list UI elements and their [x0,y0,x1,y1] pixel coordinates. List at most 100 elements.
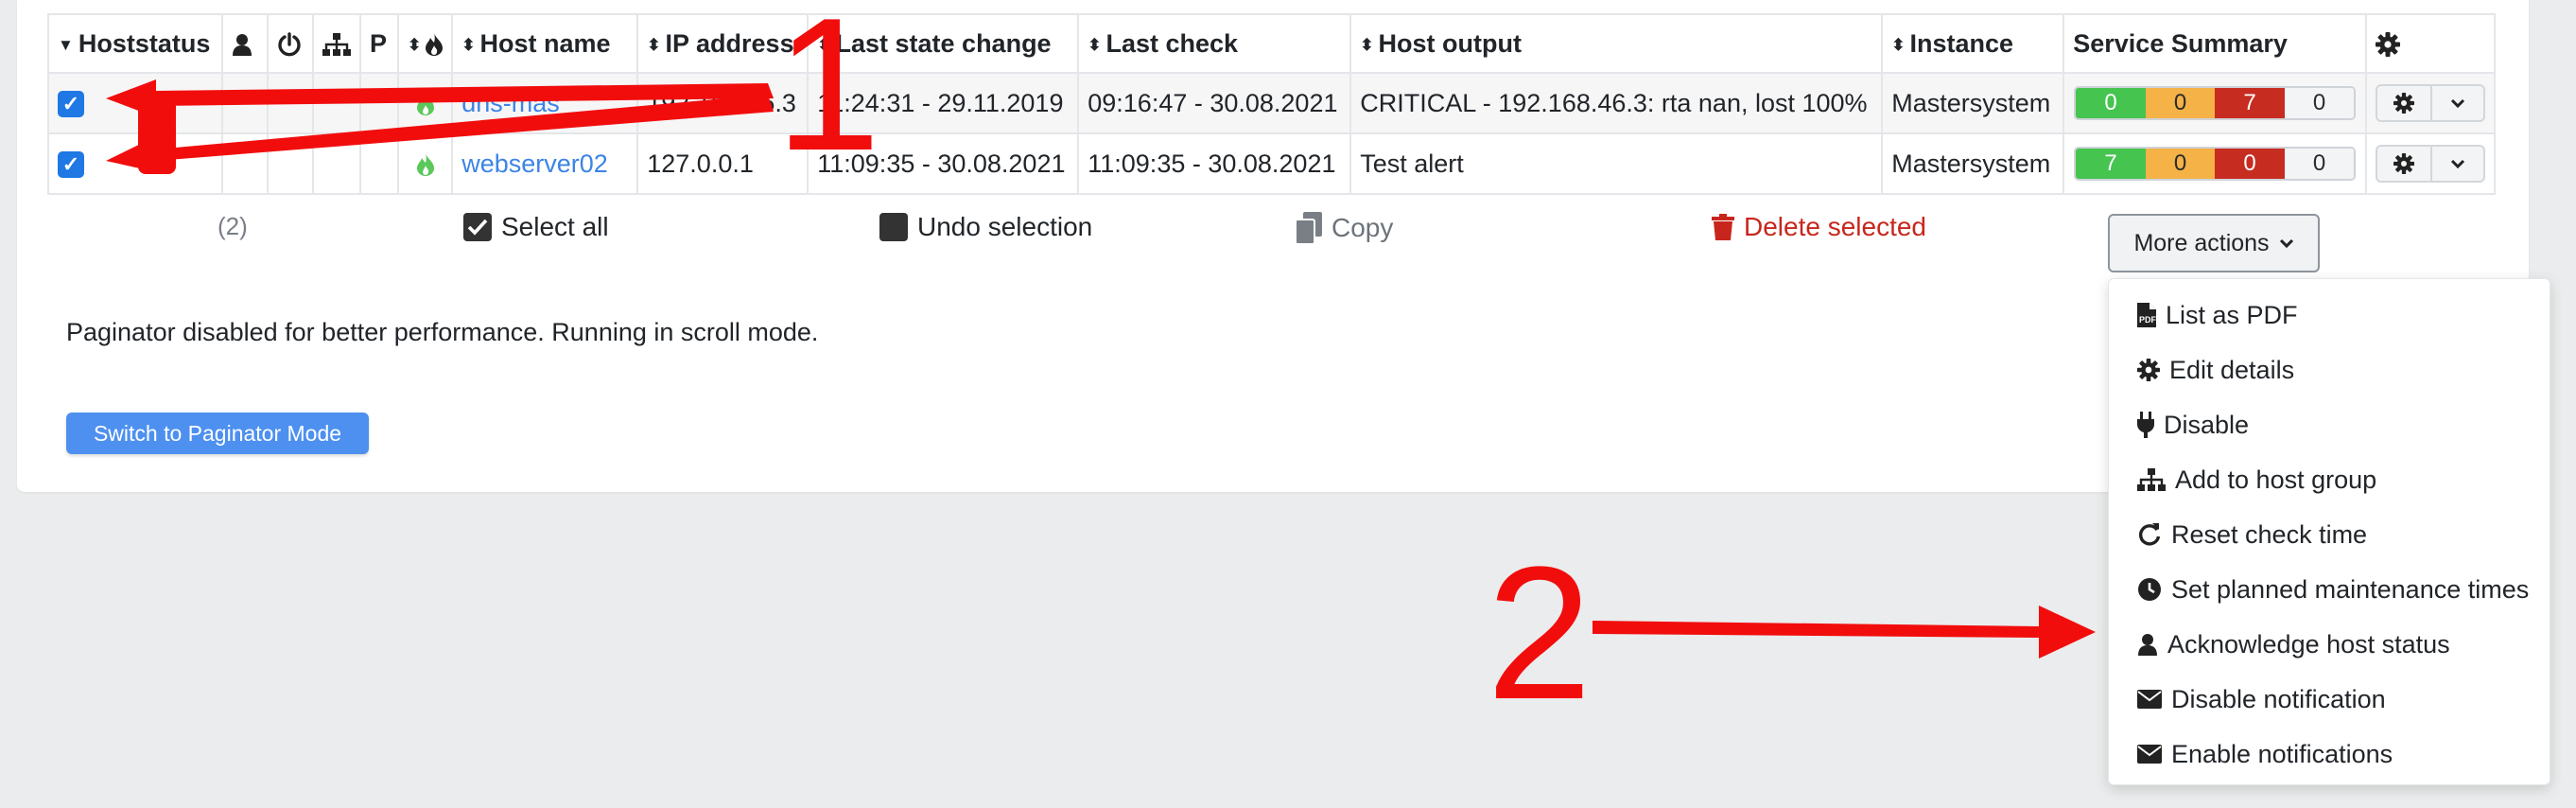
user-icon [2138,634,2157,656]
svg-text:PDF: PDF [2139,315,2156,325]
row-checkbox[interactable]: ✓ [58,151,84,179]
cell-acknowledged [221,72,269,134]
col-acknowledged[interactable] [221,13,269,74]
menu-item-label: Disable [2164,410,2250,439]
host-link[interactable]: dns-mas [461,89,560,117]
square-icon [879,213,908,241]
clock-icon [2138,578,2161,601]
row-dropdown-toggle[interactable] [2430,86,2483,120]
annotation-label-2: 2 [1487,528,1593,739]
check-square-icon [463,213,492,241]
plug-icon [2137,412,2154,438]
menu-item-label: Reset check time [2171,519,2368,549]
selected-count: (2) [218,212,248,240]
menu-item-disable-notification[interactable]: Disable notification [2137,680,2386,718]
cell-flapping [396,132,454,195]
col-last-check[interactable]: ⬍ Last check [1077,13,1352,74]
col-host-name[interactable]: ⬍ Host name [451,13,639,74]
menu-item-set-planned-maintenance[interactable]: Set planned maintenance times [2137,571,2529,608]
cell-acknowledged [221,132,269,195]
cell-downtime [267,72,314,134]
gear-icon [2376,32,2401,58]
menu-item-add-to-host-group[interactable]: Add to host group [2137,461,2376,499]
summary-ok-count[interactable]: 0 [2076,88,2146,118]
host-link[interactable]: webserver02 [461,149,608,178]
annotation-arrow-2 [1593,606,2096,659]
cell-flapping [396,72,454,134]
sort-icon: ⬍ [461,35,476,54]
undo-selection-button[interactable]: Undo selection [879,212,1092,242]
delete-selected-button[interactable]: Delete selected [1712,212,1926,242]
more-actions-label: More actions [2133,229,2270,256]
cell-host-output: CRITICAL - 192.168.46.3: rta nan, lost 1… [1349,72,1884,134]
sort-icon: ⬍ [1360,35,1374,54]
more-actions-button[interactable]: More actions [2108,214,2320,272]
service-summary-bar: 0 0 7 0 [2074,86,2357,120]
col-in-downtime[interactable] [267,13,314,74]
hosts-table: ▼ Hoststatus P ⬍ ⬍ Host name ⬍ IP address ⬍… [47,13,2497,195]
col-service-summary: Service Summary [2063,13,2368,74]
fire-icon [426,33,444,57]
menu-item-label: Acknowledge host status [2167,629,2450,659]
gear-icon [2393,93,2415,114]
summary-ok-count[interactable]: 7 [2076,149,2146,179]
menu-item-list-as-pdf[interactable]: PDF List as PDF [2137,296,2298,334]
copy-button[interactable]: Copy [1296,212,1393,244]
flame-icon [416,153,434,177]
row-checkbox[interactable]: ✓ [58,91,84,118]
summary-critical-count[interactable]: 7 [2215,88,2285,118]
menu-item-label: Edit details [2169,355,2295,384]
menu-item-label: Set planned maintenance times [2171,574,2530,604]
sitemap-icon [2137,468,2166,491]
cell-service-summary: 0 0 7 0 [2063,72,2368,134]
col-parent[interactable] [312,13,361,74]
col-hoststatus[interactable]: ▼ Hoststatus [47,13,223,74]
sort-icon: ⬍ [1088,35,1102,54]
cell-parent [312,72,361,134]
cell-row-actions [2365,72,2497,134]
file-pdf-icon: PDF [2137,303,2156,327]
summary-critical-count[interactable]: 0 [2215,149,2285,179]
menu-item-reset-check-time[interactable]: Reset check time [2137,516,2367,553]
refresh-icon [2138,523,2161,546]
service-summary-bar: 7 0 0 0 [2074,147,2357,181]
row-settings-button[interactable] [2377,86,2430,120]
row-settings-button[interactable] [2377,147,2430,181]
summary-unknown-count[interactable]: 0 [2284,88,2355,118]
sort-desc-icon: ▼ [58,35,74,54]
cell-parent [312,132,361,195]
summary-warning-count[interactable]: 0 [2145,149,2216,179]
menu-item-acknowledge-host-status[interactable]: Acknowledge host status [2137,625,2450,663]
table-header-row: ▼ Hoststatus P ⬍ ⬍ Host name ⬍ IP address ⬍… [47,13,2497,74]
row-action-group [2376,145,2486,183]
more-actions-menu: PDF List as PDF Edit details Disable Add… [2108,278,2550,785]
cell-host-name: webserver02 [451,132,639,195]
cell-host-name: dns-mas [451,72,639,134]
row-dropdown-toggle[interactable] [2430,147,2483,181]
row-checkbox-cell: ✓ [47,72,223,134]
table-row: ✓ webserver02 127.0.0.1 11:09:35 - 30.08… [47,132,2497,195]
cell-passive [359,132,399,195]
select-all-label: Select all [501,212,609,241]
menu-item-label: Enable notifications [2171,739,2393,768]
summary-unknown-count[interactable]: 0 [2284,149,2355,179]
col-flapping[interactable]: ⬍ [396,13,454,74]
row-checkbox-cell: ✓ [47,132,223,195]
menu-item-disable[interactable]: Disable [2137,406,2249,444]
col-passive[interactable]: P [359,13,399,74]
menu-item-enable-notifications[interactable]: Enable notifications [2137,735,2393,773]
chevron-down-icon [2279,238,2293,249]
sort-icon: ⬍ [1891,35,1906,54]
col-host-output[interactable]: ⬍ Host output [1349,13,1884,74]
user-icon [233,34,252,57]
select-all-button[interactable]: Select all [463,212,609,242]
summary-warning-count[interactable]: 0 [2145,88,2216,118]
chevron-down-icon [2451,159,2465,169]
copy-label: Copy [1332,213,1394,242]
flame-icon [416,93,434,116]
row-action-group [2376,84,2486,122]
col-instance[interactable]: ⬍ Instance [1881,13,2065,74]
switch-paginator-button[interactable]: Switch to Paginator Mode [66,413,369,454]
menu-item-edit-details[interactable]: Edit details [2137,351,2294,389]
menu-item-label: Disable notification [2171,684,2386,713]
